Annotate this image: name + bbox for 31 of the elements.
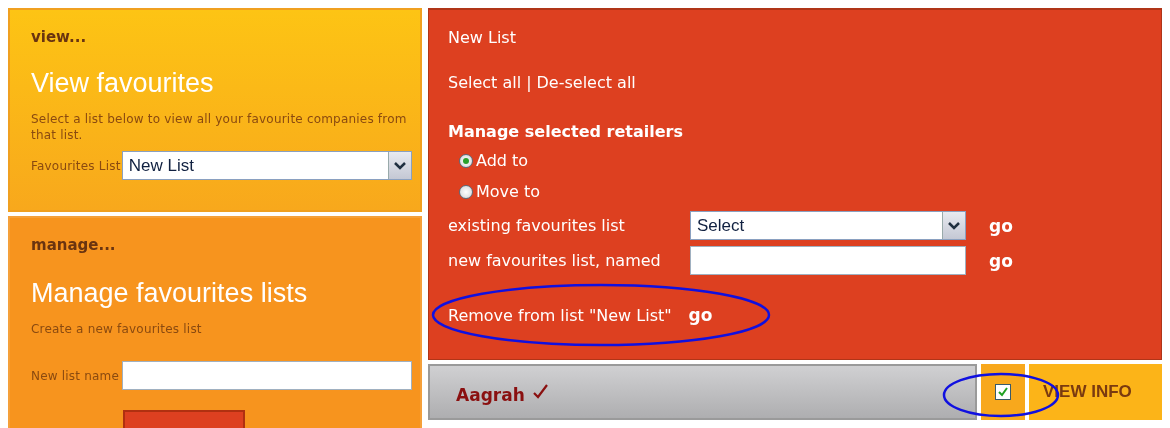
go-link[interactable]: go xyxy=(989,215,1013,236)
deselect-all-link[interactable]: De-select all xyxy=(536,73,636,92)
favourites-list-dropdown[interactable]: New List xyxy=(121,151,412,180)
option-label: Add to xyxy=(476,151,529,170)
checkbox[interactable] xyxy=(995,384,1011,400)
section-label: view... xyxy=(31,28,88,46)
retailer-name[interactable]: Aagrah xyxy=(456,385,525,405)
option-label: Move to xyxy=(476,182,541,201)
panel-description: Select a list below to view all your favourite companies from that list. xyxy=(31,111,408,143)
field-label: New list name xyxy=(31,367,121,384)
panel-subtitle: Create a new favourites list xyxy=(31,321,203,337)
radio-button[interactable] xyxy=(459,153,473,168)
list-name-field[interactable] xyxy=(690,246,966,275)
field-label: new favourites list, named xyxy=(448,251,662,270)
go-link[interactable]: go xyxy=(989,250,1013,271)
caret-icon xyxy=(942,212,965,239)
select-all-link[interactable]: Select all xyxy=(448,73,522,92)
list-dropdown[interactable]: Select xyxy=(690,211,966,240)
section-label: manage... xyxy=(31,236,117,254)
remove-link[interactable]: Remove from list "New List" xyxy=(448,305,672,325)
list-name-field[interactable] xyxy=(121,361,412,390)
caret-icon xyxy=(388,152,411,179)
section-title: Manage selected retailers xyxy=(448,122,684,141)
field-label: existing favourites list xyxy=(448,216,626,235)
field-label: Favourites List xyxy=(31,157,122,174)
list-title: New List xyxy=(448,28,517,47)
go-link[interactable]: go xyxy=(688,305,713,325)
separator: | xyxy=(526,73,532,92)
panel-title: Manage favourites lists xyxy=(31,278,309,309)
radio-button[interactable] xyxy=(459,184,473,199)
panel-title: View favourites xyxy=(31,68,215,99)
